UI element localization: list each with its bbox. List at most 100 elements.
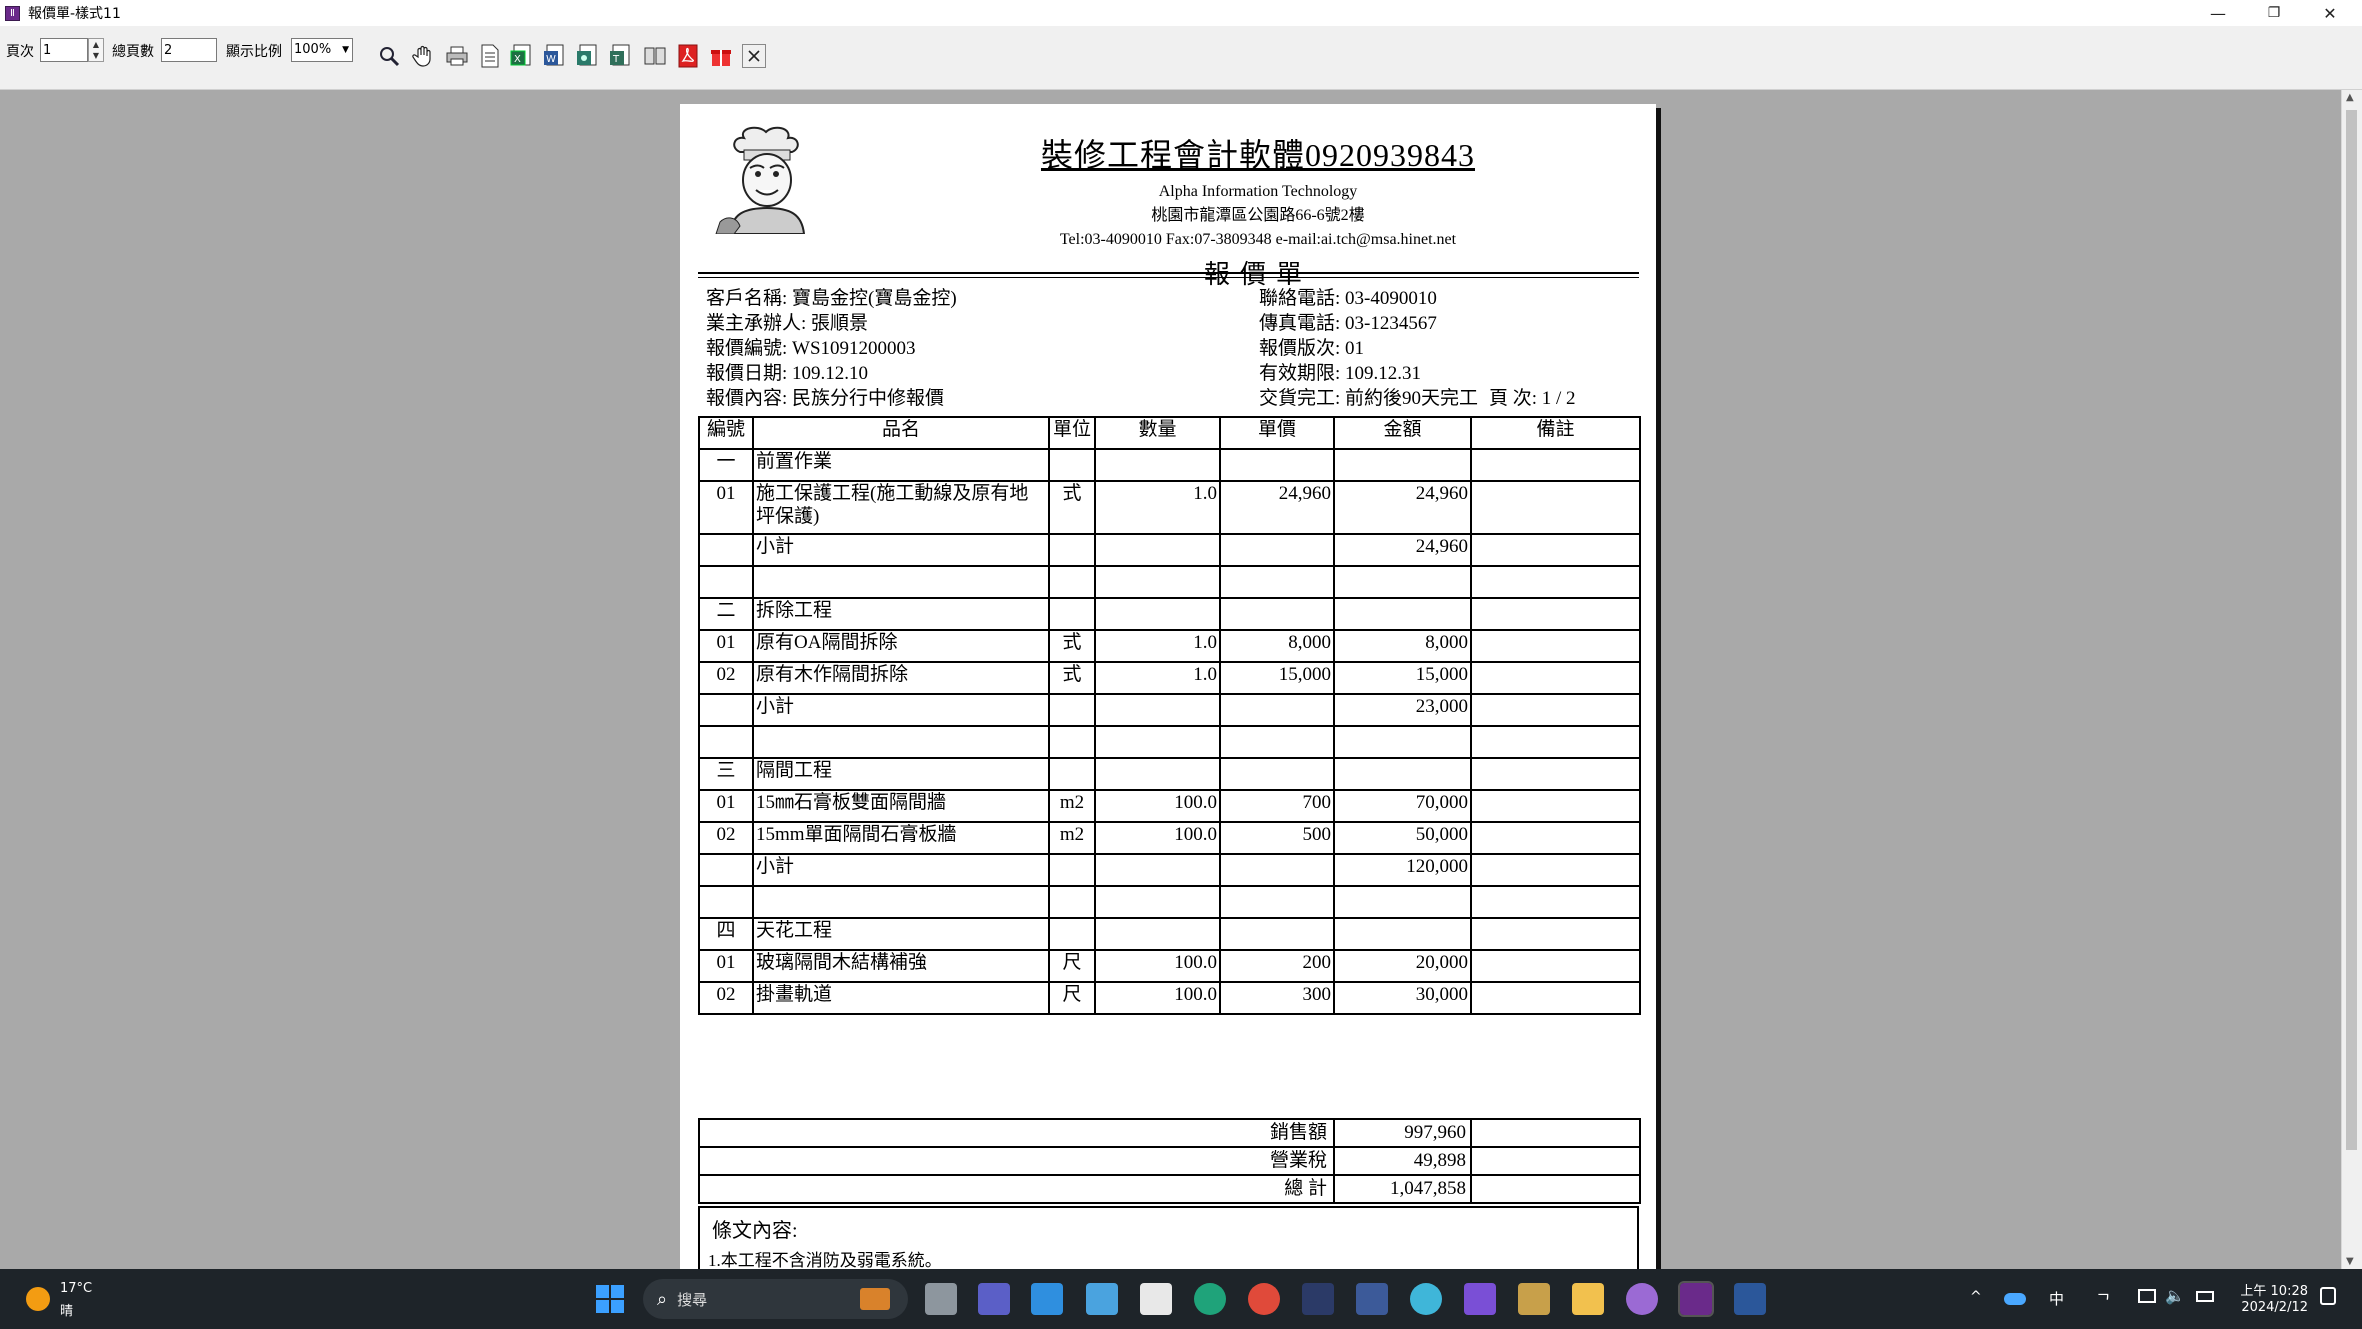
fax-number: 傳真電話: 03-1234567	[1259, 313, 1437, 334]
row-amount	[1333, 448, 1472, 482]
row-note	[1470, 565, 1641, 599]
minimize-button[interactable]: —	[2190, 0, 2246, 26]
row-no: 三	[698, 757, 754, 791]
zoom-select[interactable]: 100% ▼	[291, 38, 353, 62]
browser-icon[interactable]	[1410, 1283, 1442, 1315]
ime-indicator[interactable]: 中	[2049, 1288, 2064, 1309]
row-price: 500	[1219, 821, 1335, 855]
row-qty	[1094, 917, 1221, 951]
row-amount: 50,000	[1333, 821, 1472, 855]
quote-table: 編號 品名 單位 數量 單價 金額 備註 一前置作業 01 施工保護工程(施工動線及…	[698, 416, 1641, 1015]
book-icon[interactable]	[640, 41, 670, 71]
header-no: 編號	[698, 416, 754, 450]
row-name: 前置作業	[752, 448, 1050, 482]
teams-icon[interactable]	[978, 1283, 1010, 1315]
export-image-icon[interactable]	[574, 41, 604, 71]
row-no: 02	[698, 821, 754, 855]
tools-icon[interactable]	[1518, 1283, 1550, 1315]
table-row: 三隔間工程	[698, 757, 1641, 791]
export-word-icon[interactable]: W	[541, 41, 571, 71]
total-label: 營業稅	[698, 1146, 1335, 1176]
scroll-thumb[interactable]	[2346, 110, 2357, 1150]
notepad-icon[interactable]	[1031, 1283, 1063, 1315]
export-excel-icon[interactable]: X	[508, 41, 538, 71]
volume-icon[interactable]: 🔈	[2165, 1286, 2185, 1305]
row-price	[1219, 885, 1335, 919]
total-label: 總 計	[698, 1174, 1335, 1204]
zoom-value: 100%	[294, 42, 332, 57]
page-input[interactable]	[40, 38, 88, 62]
export-pdf-icon[interactable]	[673, 41, 703, 71]
header-note: 備註	[1470, 416, 1641, 450]
app-icon-tray[interactable]	[1626, 1283, 1658, 1315]
row-name: 15mm單面隔間石膏板牆	[752, 821, 1050, 855]
close-window-button[interactable]: ✕	[2302, 0, 2358, 26]
row-no: 四	[698, 917, 754, 951]
row-name: 玻璃隔間木結構補強	[752, 949, 1050, 983]
row-no: 01	[698, 789, 754, 823]
row-note	[1470, 981, 1641, 1015]
toolbar: 頁次 ▲▼ 總頁數 顯示比例 100% ▼ X W T	[0, 26, 2362, 90]
row-note	[1470, 853, 1641, 887]
visual-studio-icon[interactable]	[1464, 1283, 1496, 1315]
task-view-icon[interactable]	[925, 1283, 957, 1315]
onedrive-icon[interactable]	[2004, 1293, 2026, 1305]
header-name: 品名	[752, 416, 1050, 450]
page-spinner[interactable]: ▲ ▼	[88, 38, 104, 62]
total-pages-input[interactable]	[161, 38, 217, 62]
close-icon[interactable]	[742, 44, 766, 68]
scroll-up-arrow[interactable]: ▲	[2346, 92, 2354, 103]
row-qty: 100.0	[1094, 949, 1221, 983]
row-qty	[1094, 885, 1221, 919]
word-icon[interactable]	[1734, 1283, 1766, 1315]
row-amount: 120,000	[1333, 853, 1472, 887]
row-qty	[1094, 757, 1221, 791]
row-qty	[1094, 533, 1221, 567]
totals-row: 營業稅 49,898	[698, 1146, 1641, 1176]
page-setup-icon[interactable]	[475, 41, 505, 71]
row-unit	[1048, 597, 1096, 631]
notification-icon[interactable]	[2320, 1287, 2336, 1305]
search-box[interactable]: ⌕ 搜尋	[643, 1279, 908, 1319]
zoom-icon[interactable]	[374, 41, 404, 71]
row-price	[1219, 853, 1335, 887]
chrome-icon[interactable]	[1248, 1283, 1280, 1315]
editor-icon[interactable]	[1302, 1283, 1334, 1315]
hand-icon[interactable]	[408, 41, 438, 71]
total-pages-label: 總頁數	[112, 44, 154, 60]
input-mode-icon[interactable]: ᄀ	[2096, 1287, 2111, 1311]
weather-icon[interactable]	[26, 1287, 50, 1311]
scroll-down-arrow[interactable]: ▼	[2346, 1256, 2354, 1267]
chevron-up-icon[interactable]: ^	[1970, 1289, 1982, 1305]
clock-time[interactable]: 上午 10:28	[2240, 1280, 2308, 1299]
battery-icon[interactable]	[2196, 1291, 2214, 1302]
store-icon[interactable]	[1140, 1283, 1172, 1315]
zoom-label: 顯示比例	[226, 44, 282, 60]
row-amount: 15,000	[1333, 661, 1472, 695]
restore-button[interactable]: ❐	[2246, 0, 2302, 26]
clock-date[interactable]: 2024/2/12	[2240, 1300, 2308, 1315]
row-name	[752, 565, 1050, 599]
totals-row: 總 計 1,047,858	[698, 1174, 1641, 1204]
row-price: 15,000	[1219, 661, 1335, 695]
print-icon[interactable]	[442, 41, 472, 71]
chart-app-icon[interactable]	[1356, 1283, 1388, 1315]
vertical-scrollbar[interactable]: ▲ ▼	[2341, 90, 2362, 1269]
quote-app-taskbar-icon[interactable]	[1678, 1281, 1714, 1317]
header-price: 單價	[1219, 416, 1335, 450]
file-explorer-icon[interactable]	[1572, 1283, 1604, 1315]
table-row	[698, 725, 1641, 759]
company-name: 裝修工程會計軟體0920939843	[1040, 137, 1475, 173]
row-amount	[1333, 885, 1472, 919]
table-row	[698, 565, 1641, 599]
export-text-icon[interactable]: T	[607, 41, 637, 71]
edge-icon[interactable]	[1194, 1283, 1226, 1315]
gift-icon[interactable]	[706, 41, 736, 71]
row-unit	[1048, 853, 1096, 887]
start-icon[interactable]	[594, 1283, 626, 1315]
weather-status: 晴	[60, 1304, 74, 1319]
table-row: 小計 24,960	[698, 533, 1641, 567]
control-panel-icon[interactable]	[1086, 1283, 1118, 1315]
quote-version: 報價版次: 01	[1259, 338, 1365, 359]
network-icon[interactable]	[2138, 1289, 2156, 1303]
